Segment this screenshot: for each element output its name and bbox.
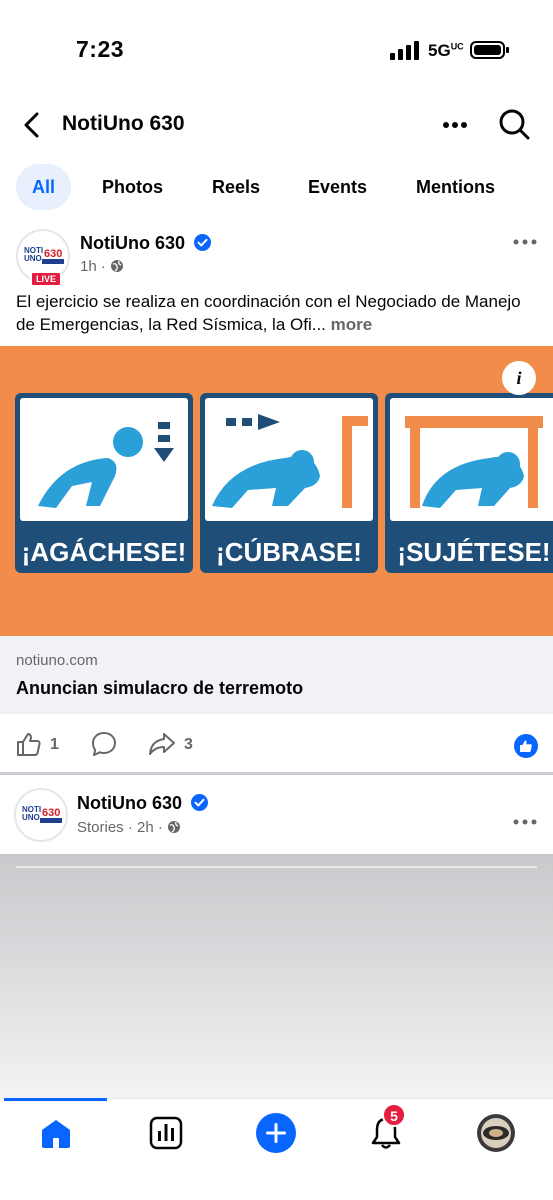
post-meta-2: Stories · 2h · [77, 819, 181, 836]
post-source[interactable]: Stories [77, 819, 124, 836]
link-title[interactable]: Anuncian simulacro de terremoto [16, 678, 303, 699]
tab-reels[interactable]: Reels [212, 164, 260, 210]
signal-icon [390, 41, 419, 60]
post-author[interactable]: NotiUno 630 [80, 233, 212, 254]
share-button[interactable]: 3 [148, 728, 208, 760]
comment-icon [92, 732, 116, 756]
avatar[interactable]: NOTI UNO 630 LIVE [16, 229, 70, 287]
avatar-2[interactable]: NOTI UNO 630 [14, 788, 68, 842]
like-count: 1 [50, 736, 59, 753]
network-label: 5GUC [428, 41, 464, 60]
nav-active-indicator [4, 1098, 107, 1101]
post-time: 1h [80, 258, 97, 275]
bottom-navigation: 5 [0, 1098, 553, 1200]
tab-photos[interactable]: Photos [102, 164, 163, 210]
post-divider [0, 772, 553, 775]
drill-label-2: ¡CÚBRASE! [216, 537, 362, 567]
status-bar: 7:23 5GUC [0, 0, 553, 100]
live-badge: LIVE [30, 271, 63, 287]
svg-text:630: 630 [44, 248, 62, 260]
post-more-icon-2[interactable] [512, 817, 538, 827]
svg-text:UNO: UNO [22, 813, 40, 822]
drill-label-3: ¡SUJÉTESE! [397, 537, 550, 567]
author-name-2[interactable]: NotiUno 630 [77, 793, 182, 813]
comment-button[interactable] [90, 728, 120, 760]
tab-events[interactable]: Events [308, 164, 367, 210]
profile-avatar-icon[interactable] [476, 1113, 516, 1153]
tab-all[interactable]: All [16, 164, 72, 210]
tab-mentions[interactable]: Mentions [416, 164, 495, 210]
more-options-icon[interactable] [440, 110, 470, 140]
battery-icon [470, 41, 509, 59]
notiuno-logo: NOTI UNO 630 [24, 246, 64, 264]
see-more-link[interactable]: more [331, 315, 373, 334]
globe-icon [111, 260, 124, 272]
like-reaction-icon[interactable] [514, 734, 538, 758]
search-icon[interactable] [496, 106, 532, 142]
post-author-2[interactable]: NotiUno 630 [77, 793, 209, 814]
like-button[interactable]: 1 [16, 728, 76, 760]
story-progress-bar [16, 866, 537, 868]
back-arrow-icon[interactable] [18, 110, 46, 140]
thumbs-up-icon [17, 733, 41, 756]
drill-label-1: ¡AGÁCHESE! [22, 537, 187, 567]
post-image[interactable]: ¡AGÁCHESE! ¡CÚBRASE! ¡SUJÉTESE! [0, 346, 553, 636]
post-meta: 1h · [80, 258, 124, 275]
verified-badge-icon [194, 234, 212, 251]
share-icon [149, 733, 175, 755]
filter-tabs: All Photos Reels Events Mentions [0, 162, 553, 212]
globe-icon [168, 821, 181, 833]
notifications-button[interactable]: 5 [366, 1103, 406, 1153]
author-name[interactable]: NotiUno 630 [80, 233, 185, 253]
story-media[interactable] [0, 854, 553, 1098]
link-preview[interactable]: notiuno.com Anuncian simulacro de terrem… [0, 636, 553, 714]
dashboard-icon[interactable] [146, 1113, 186, 1153]
notiuno-logo-2: NOTI UNO 630 [22, 805, 62, 823]
home-icon[interactable] [36, 1113, 76, 1153]
svg-text:630: 630 [42, 807, 60, 819]
verified-badge-icon [191, 794, 209, 811]
link-domain: notiuno.com [16, 652, 98, 669]
page-header: NotiUno 630 [0, 100, 553, 150]
page-title: NotiUno 630 [62, 112, 185, 135]
status-time: 7:23 [76, 36, 125, 62]
share-count: 3 [184, 736, 193, 753]
post-more-icon[interactable] [512, 237, 538, 247]
svg-text:UNO: UNO [24, 254, 42, 263]
post-body: El ejercicio se realiza en coordinación … [16, 292, 521, 334]
notification-badge: 5 [382, 1103, 406, 1127]
earthquake-drill-graphic: ¡AGÁCHESE! ¡CÚBRASE! ¡SUJÉTESE! [15, 393, 553, 573]
post-text: El ejercicio se realiza en coordinación … [16, 290, 541, 336]
post-actions: 1 3 [0, 728, 553, 764]
create-plus-icon[interactable] [256, 1113, 296, 1153]
info-icon[interactable]: i [502, 361, 536, 395]
post-time-2: 2h [137, 819, 154, 836]
